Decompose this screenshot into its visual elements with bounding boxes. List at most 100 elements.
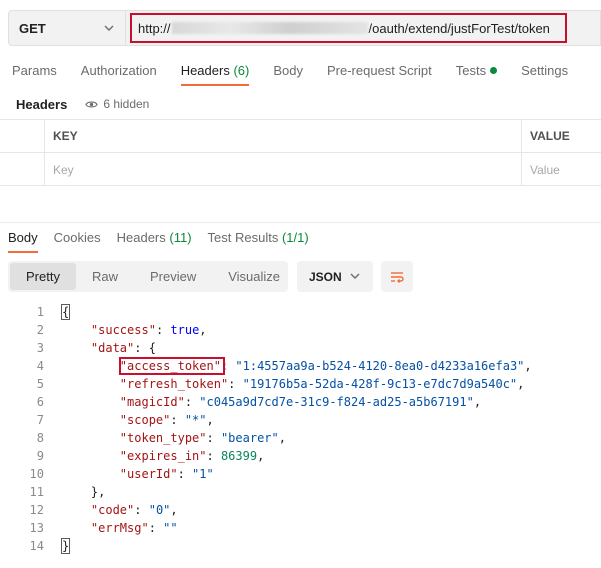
access-token-highlight-box xyxy=(119,357,225,375)
code-text: "token_type": "bearer", xyxy=(119,431,286,445)
value-input[interactable]: Value xyxy=(522,153,601,186)
bracket-match-close xyxy=(61,538,70,554)
tab-label: Pre-request Script xyxy=(326,63,432,78)
tests-status-dot xyxy=(490,67,498,74)
tab-label: Body xyxy=(273,63,303,78)
tab-label: Settings xyxy=(521,63,569,78)
pretty-button[interactable]: Pretty xyxy=(10,263,76,290)
tab-label: Headers xyxy=(180,63,230,78)
headers-title: Headers xyxy=(16,96,68,112)
tab-test-results[interactable]: Test Results (1/1) xyxy=(200,223,317,253)
json-key: "code" xyxy=(90,503,135,517)
json-key: "errMsg" xyxy=(90,521,149,535)
tab-label: Cookies xyxy=(53,230,101,245)
visualize-button[interactable]: Visualize xyxy=(212,263,296,290)
line-number: 5 xyxy=(36,377,44,391)
tab-pre-request-script[interactable]: Pre-request Script xyxy=(315,56,444,86)
code-text: "refresh_token": "19176b5a-52da-428f-9c1… xyxy=(119,377,525,391)
eye-icon xyxy=(85,101,99,107)
headers-subheader: Headers 6 hidden xyxy=(16,94,149,114)
line-number: 1 xyxy=(36,305,44,319)
line-number: 12 xyxy=(29,503,44,517)
line-number: 2 xyxy=(36,323,44,337)
bracket-match-open xyxy=(61,304,70,320)
tab-label: Params xyxy=(12,63,57,78)
tab-tests[interactable]: Tests xyxy=(444,56,509,86)
table-header-row: KEY VALUE xyxy=(0,120,601,153)
request-tabs: Params Authorization Headers (6) Body Pr… xyxy=(0,56,601,86)
tab-label: Headers xyxy=(116,230,166,245)
json-key: "scope" xyxy=(119,413,171,427)
tab-params[interactable]: Params xyxy=(0,56,69,86)
tab-count: (6) xyxy=(233,63,250,78)
line-number: 6 xyxy=(36,395,44,409)
line-number: 11 xyxy=(29,485,44,499)
json-value: "c045a9d7cd7e-31c9-f824-ad25-a5b67191" xyxy=(199,395,474,409)
tab-body[interactable]: Body xyxy=(261,56,315,86)
json-value: "1:4557aa9a-b524-4120-8ea0-d4233a16efa3" xyxy=(235,359,525,373)
tab-response-headers[interactable]: Headers (11) xyxy=(109,223,200,253)
code-text: "expires_in": 86399, xyxy=(119,449,265,463)
line-number: 4 xyxy=(36,359,44,373)
key-column-header: KEY xyxy=(45,120,522,152)
json-value: 86399 xyxy=(220,449,258,463)
key-input[interactable]: Key xyxy=(45,153,522,186)
hidden-headers-toggle[interactable]: 6 hidden xyxy=(85,97,149,111)
response-body-editor[interactable]: 1{ 2 "success": true, 3 "data": { 4 "acc… xyxy=(0,302,601,562)
chevron-down-icon xyxy=(350,273,360,279)
method-select[interactable]: GET xyxy=(8,10,126,46)
line-number: 3 xyxy=(36,341,44,355)
code-text: "scope": "*", xyxy=(119,413,214,427)
tab-label: Tests xyxy=(455,63,487,78)
code-text: "data": { xyxy=(90,341,156,355)
json-key: "data" xyxy=(90,341,135,355)
line-number: 14 xyxy=(29,539,44,553)
json-value: "bearer" xyxy=(220,431,279,445)
json-value: "0" xyxy=(148,503,171,517)
json-value: "1" xyxy=(192,467,214,481)
line-number: 9 xyxy=(36,449,44,463)
json-key: "expires_in" xyxy=(119,449,207,463)
url-prefix: http:// xyxy=(138,20,171,36)
checkbox-column xyxy=(0,120,45,152)
code-text: "magicId": "c045a9d7cd7e-31c9-f824-ad25-… xyxy=(119,395,482,409)
code-text: "success": true, xyxy=(90,323,207,337)
row-checkbox-cell xyxy=(0,153,45,186)
table-row: Key Value xyxy=(0,153,601,186)
tab-label: Test Results xyxy=(207,230,279,245)
json-key: "token_type" xyxy=(119,431,207,445)
language-select[interactable]: JSON xyxy=(297,261,373,292)
url-field[interactable]: http:// /oauth/extend/justForTest/token xyxy=(126,10,601,46)
line-number: 7 xyxy=(36,413,44,427)
tab-settings[interactable]: Settings xyxy=(509,56,580,86)
tab-response-body[interactable]: Body xyxy=(0,223,46,253)
url-suffix: /oauth/extend/justForTest/token xyxy=(368,20,550,36)
request-bar: GET http:// /oauth/extend/justForTest/tok… xyxy=(8,10,601,46)
format-mode-group: Pretty Raw Preview Visualize xyxy=(8,261,288,292)
method-label: GET xyxy=(19,20,46,36)
json-key: "magicId" xyxy=(119,395,185,409)
language-label: JSON xyxy=(309,269,342,284)
tab-label: Authorization xyxy=(80,63,157,78)
headers-table: KEY VALUE Key Value xyxy=(0,119,601,186)
chevron-down-icon xyxy=(104,25,114,31)
json-key: "userId" xyxy=(119,467,178,481)
line-number: 8 xyxy=(36,431,44,445)
code-text: }, xyxy=(62,485,106,499)
json-value: true xyxy=(170,323,200,337)
tab-label: Body xyxy=(8,230,38,245)
code-text: "code": "0", xyxy=(90,503,178,517)
line-number: 10 xyxy=(29,467,44,481)
tab-cookies[interactable]: Cookies xyxy=(46,223,109,253)
code-text: "userId": "1" xyxy=(119,467,214,481)
json-value: "19176b5a-52da-428f-9c13-e7dc7d9a540c" xyxy=(242,377,518,391)
tab-headers[interactable]: Headers (6) xyxy=(169,56,262,86)
preview-button[interactable]: Preview xyxy=(134,263,212,290)
wrap-lines-button[interactable] xyxy=(381,261,413,292)
raw-button[interactable]: Raw xyxy=(76,263,134,290)
tab-authorization[interactable]: Authorization xyxy=(69,56,169,86)
url-highlight-box[interactable]: http:// /oauth/extend/justForTest/token xyxy=(130,13,567,43)
tab-count: (11) xyxy=(169,230,192,245)
response-tabs: Body Cookies Headers (11) Test Results (… xyxy=(0,222,601,253)
wrap-lines-icon xyxy=(391,271,404,283)
